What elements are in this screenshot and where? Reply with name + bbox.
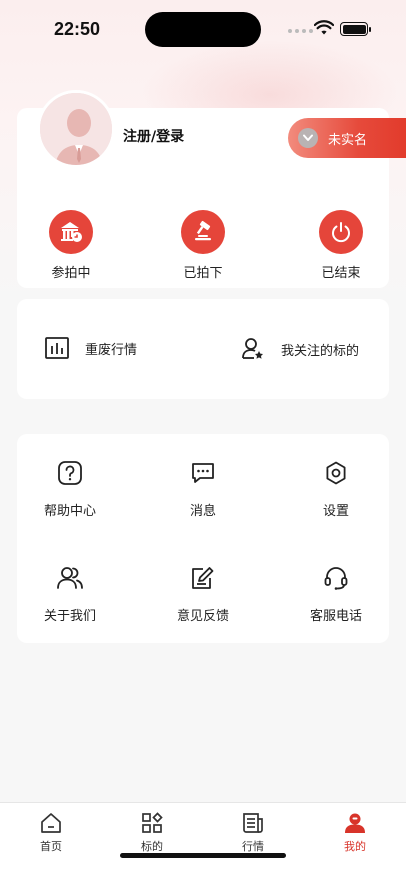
tab-mine[interactable]: 我的 <box>325 811 385 854</box>
quick-links-card: 重废行情 我关注的标的 <box>17 299 389 399</box>
home-icon <box>21 811 81 835</box>
login-register-link[interactable]: 注册/登录 <box>123 126 184 146</box>
status-won[interactable]: 已拍下 <box>158 210 248 281</box>
menu-about-us-label: 关于我们 <box>43 609 96 624</box>
quick-link-followed-label: 我关注的标的 <box>281 343 360 359</box>
tab-listings[interactable]: 标的 <box>122 811 182 854</box>
status-won-label: 已拍下 <box>183 266 223 281</box>
chevron-down-icon <box>298 128 318 148</box>
status-bidding-label: 参拍中 <box>51 266 91 281</box>
users-icon <box>20 565 120 591</box>
gavel-icon <box>181 210 225 254</box>
headset-icon <box>286 565 386 591</box>
menu-help-center-label: 帮助中心 <box>43 504 96 519</box>
profile-card: 注册/登录 未实名 参拍中 已拍下 已结束 <box>17 90 406 288</box>
menu-card: 帮助中心 消息 设置 关于我们 意见反馈 客服电话 <box>17 434 389 643</box>
status-time: 22:50 <box>54 19 101 39</box>
gear-icon <box>286 460 386 486</box>
dynamic-island <box>145 12 261 47</box>
menu-messages-label: 消息 <box>189 504 216 519</box>
avatar[interactable] <box>37 90 115 168</box>
unverified-badge[interactable]: 未实名 <box>288 118 406 158</box>
auction-building-icon <box>49 210 93 254</box>
quick-link-market[interactable]: 重废行情 <box>45 337 137 359</box>
signal-icon <box>288 29 313 33</box>
menu-messages[interactable]: 消息 <box>153 460 253 519</box>
status-ended[interactable]: 已结束 <box>296 210 386 281</box>
feedback-icon <box>153 565 253 591</box>
quick-link-market-label: 重废行情 <box>85 342 138 358</box>
power-icon <box>319 210 363 254</box>
message-icon <box>153 460 253 486</box>
menu-help-center[interactable]: 帮助中心 <box>20 460 120 519</box>
status-ended-label: 已结束 <box>321 266 361 281</box>
tab-mine-label: 我的 <box>344 840 366 853</box>
avatar-placeholder-icon <box>40 93 112 165</box>
profile-icon <box>325 811 385 835</box>
menu-feedback[interactable]: 意见反馈 <box>153 565 253 624</box>
battery-icon <box>340 22 371 36</box>
help-icon <box>20 460 120 486</box>
status-bar: 22:50 <box>0 0 406 58</box>
status-bidding[interactable]: 参拍中 <box>26 210 116 281</box>
tab-bar: 首页 标的 行情 我的 <box>0 802 406 883</box>
tab-market[interactable]: 行情 <box>223 811 283 854</box>
menu-about-us[interactable]: 关于我们 <box>20 565 120 624</box>
news-icon <box>223 811 283 835</box>
bar-chart-icon <box>45 337 69 359</box>
home-indicator <box>120 853 286 858</box>
tab-home-label: 首页 <box>40 840 62 853</box>
menu-feedback-label: 意见反馈 <box>176 609 229 624</box>
menu-settings-label: 设置 <box>322 504 349 519</box>
menu-settings[interactable]: 设置 <box>286 460 386 519</box>
menu-customer-service[interactable]: 客服电话 <box>286 565 386 624</box>
tab-home[interactable]: 首页 <box>21 811 81 854</box>
tab-market-label: 行情 <box>242 840 264 853</box>
grid-icon <box>122 811 182 835</box>
user-star-icon <box>241 337 265 361</box>
menu-customer-service-label: 客服电话 <box>309 609 362 624</box>
quick-link-followed[interactable]: 我关注的标的 <box>241 337 359 361</box>
tab-listings-label: 标的 <box>141 840 163 853</box>
wifi-icon <box>314 20 334 35</box>
unverified-label: 未实名 <box>328 132 368 148</box>
